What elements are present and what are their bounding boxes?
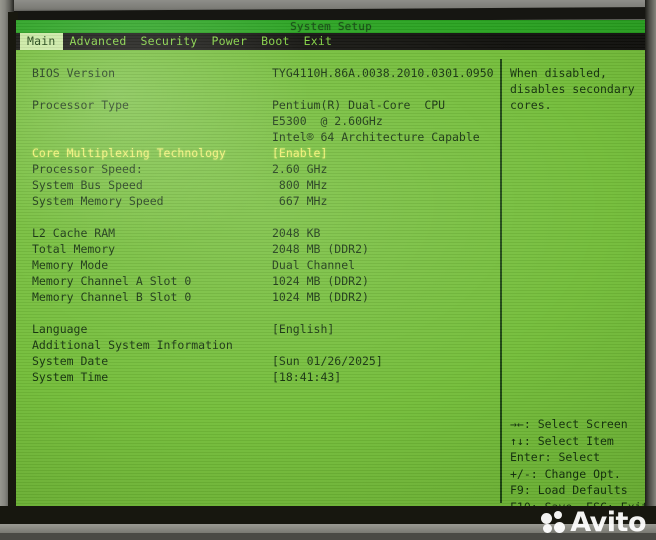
- setting-row: E5300 @ 2.60GHz: [24, 113, 494, 129]
- help-line: disables secondary: [510, 82, 635, 96]
- setting-label: Processor Speed:: [32, 162, 143, 176]
- setting-label: Processor Type: [32, 98, 129, 112]
- setting-row[interactable]: Memory Channel B Slot 0 1024 MB (DDR2): [24, 289, 494, 305]
- key-legend: →←: Select Screen ↑↓: Select Item Enter:…: [510, 416, 646, 506]
- content-area: BIOS Version TYG4110H.86A.0038.2010.0301.…: [16, 50, 646, 506]
- setting-row-system-time[interactable]: System Time [18:41:43]: [24, 369, 494, 385]
- setting-label: Memory Channel B Slot 0: [32, 290, 192, 304]
- setting-label: Memory Channel A Slot 0: [32, 274, 192, 288]
- setting-row-additional-system-information[interactable]: Additional System Information: [24, 337, 494, 353]
- key-legend-select-screen: →←: Select Screen: [510, 417, 628, 431]
- menu-bar: Main Advanced Security Power Boot Exit: [16, 33, 646, 50]
- setting-label: BIOS Version: [32, 66, 116, 80]
- setting-value: 2.60 GHz: [272, 162, 328, 176]
- setting-label: Core Multiplexing Technology: [32, 146, 226, 160]
- setting-row: [24, 81, 494, 97]
- tab-security[interactable]: Security: [134, 33, 205, 50]
- setting-label: Language: [32, 322, 88, 336]
- bios-screen: System Setup Main Advanced Security Powe…: [16, 20, 646, 506]
- help-line: cores.: [510, 98, 552, 112]
- setting-row[interactable]: Total Memory 2048 MB (DDR2): [24, 241, 494, 257]
- key-legend-enter-select: Enter: Select: [510, 450, 601, 464]
- setting-row: Intel® 64 Architecture Capable: [24, 129, 494, 145]
- setting-row[interactable]: BIOS Version TYG4110H.86A.0038.2010.0301.…: [24, 65, 494, 81]
- setting-row-system-date[interactable]: System Date [Sun 01/26/2025]: [24, 353, 494, 369]
- panel-divider: [500, 59, 502, 503]
- setting-label: System Memory Speed: [32, 194, 164, 208]
- setting-value: 1024 MB (DDR2): [272, 274, 369, 288]
- help-line: When disabled,: [510, 66, 607, 80]
- setting-label: System Date: [32, 354, 109, 368]
- setting-value: Intel® 64 Architecture Capable: [272, 130, 480, 144]
- setting-value: 667 MHz: [272, 194, 328, 208]
- setting-label: Total Memory: [32, 242, 116, 256]
- help-panel: When disabled, disables secondary cores.: [510, 65, 642, 113]
- setting-label: System Bus Speed: [32, 178, 143, 192]
- setting-row[interactable]: Memory Mode Dual Channel: [24, 257, 494, 273]
- setting-value[interactable]: [Sun 01/26/2025]: [272, 353, 383, 369]
- setting-row[interactable]: System Memory Speed 667 MHz: [24, 193, 494, 209]
- setting-row[interactable]: Memory Channel A Slot 0 1024 MB (DDR2): [24, 273, 494, 289]
- settings-list: BIOS Version TYG4110H.86A.0038.2010.0301.…: [24, 65, 494, 385]
- setting-row-language[interactable]: Language [English]: [24, 321, 494, 337]
- tab-boot[interactable]: Boot: [254, 33, 297, 50]
- key-legend-change-opt: +/-: Change Opt.: [510, 466, 621, 481]
- monitor-stand-lip-shadow: [0, 533, 656, 540]
- title-bar: System Setup: [16, 20, 646, 33]
- setting-value[interactable]: [18:41:43]: [272, 369, 341, 385]
- setting-label: Memory Mode: [32, 258, 109, 272]
- setting-value: 1024 MB (DDR2): [272, 290, 369, 304]
- monitor-bezel-right: [645, 0, 656, 540]
- monitor-photo: System Setup Main Advanced Security Powe…: [0, 0, 656, 540]
- tab-exit[interactable]: Exit: [297, 33, 340, 50]
- setting-label: System Time: [32, 370, 109, 384]
- tab-power[interactable]: Power: [205, 33, 255, 50]
- setting-value: 800 MHz: [272, 178, 328, 192]
- tab-advanced[interactable]: Advanced: [63, 33, 134, 50]
- setting-row[interactable]: Processor Speed: 2.60 GHz: [24, 161, 494, 177]
- setting-value: E5300 @ 2.60GHz: [272, 114, 383, 128]
- key-legend-select-item: ↑↓: Select Item: [510, 433, 614, 448]
- setting-row[interactable]: Processor Type Pentium(R) Dual-Core CPU: [24, 97, 494, 113]
- setting-value: 2048 MB (DDR2): [272, 242, 369, 256]
- setting-row: [24, 305, 494, 321]
- setting-label: L2 Cache RAM: [32, 226, 116, 240]
- setting-row: [24, 209, 494, 225]
- tab-main[interactable]: Main: [20, 33, 63, 50]
- setting-value: Pentium(R) Dual-Core CPU: [272, 98, 446, 112]
- setting-row[interactable]: System Bus Speed 800 MHz: [24, 177, 494, 193]
- setting-row[interactable]: L2 Cache RAM 2048 KB: [24, 225, 494, 241]
- setting-value: 2048 KB: [272, 226, 321, 240]
- setting-value: Dual Channel: [272, 258, 356, 272]
- setting-value: TYG4110H.86A.0038.2010.0301.0950: [272, 66, 494, 80]
- key-legend-save-exit: F10: Save ESC: Exit: [510, 499, 646, 507]
- setting-row-core-multiplexing-technology[interactable]: Core Multiplexing Technology [Enable]: [24, 145, 494, 161]
- setting-value[interactable]: [Enable]: [272, 145, 327, 161]
- setting-label: Additional System Information: [32, 338, 233, 352]
- setting-value[interactable]: [English]: [272, 321, 334, 337]
- key-legend-load-defaults: F9: Load Defaults: [510, 483, 628, 497]
- page-title: System Setup: [290, 20, 372, 33]
